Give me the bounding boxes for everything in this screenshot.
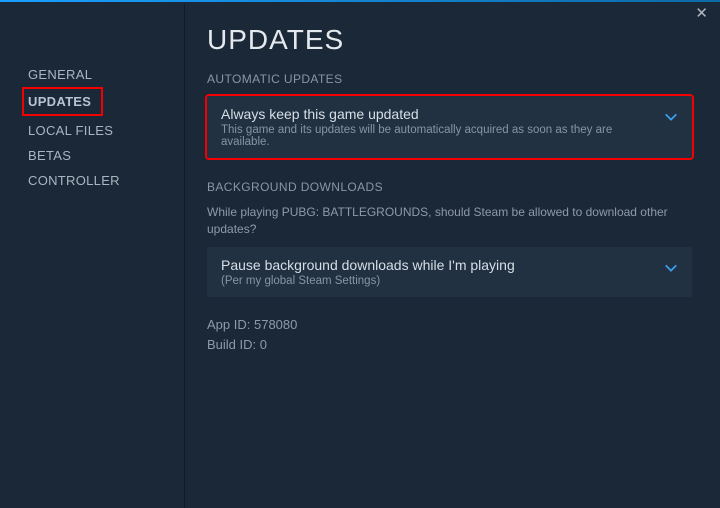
sidebar-item-general[interactable]: GENERAL (24, 62, 184, 87)
sidebar-item-updates[interactable]: UPDATES (24, 89, 101, 114)
page-title: UPDATES (207, 24, 692, 56)
sidebar-item-betas[interactable]: BETAS (24, 143, 184, 168)
app-info: App ID: 578080 Build ID: 0 (207, 315, 692, 355)
layout: GENERAL UPDATES LOCAL FILES BETAS CONTRO… (0, 0, 720, 508)
automatic-update-description: This game and its updates will be automa… (221, 124, 656, 148)
sidebar-item-local-files[interactable]: LOCAL FILES (24, 118, 184, 143)
background-download-selected: Pause background downloads while I'm pla… (221, 257, 656, 273)
app-id-label: App ID: (207, 317, 250, 332)
window-top-accent (0, 0, 720, 2)
build-id-value: 0 (260, 337, 267, 352)
background-download-dropdown[interactable]: Pause background downloads while I'm pla… (207, 247, 692, 297)
sidebar: GENERAL UPDATES LOCAL FILES BETAS CONTRO… (0, 4, 185, 508)
background-downloads-heading: BACKGROUND DOWNLOADS (207, 180, 692, 194)
chevron-down-icon (664, 261, 678, 280)
automatic-update-dropdown[interactable]: Always keep this game updated This game … (207, 96, 692, 158)
build-id-label: Build ID: (207, 337, 256, 352)
close-icon: ✕ (695, 5, 708, 22)
sidebar-item-controller[interactable]: CONTROLLER (24, 168, 184, 193)
app-id-value: 578080 (254, 317, 297, 332)
automatic-updates-heading: AUTOMATIC UPDATES (207, 72, 692, 86)
close-button[interactable]: ✕ (695, 6, 708, 21)
main-content: UPDATES AUTOMATIC UPDATES Always keep th… (185, 4, 720, 508)
background-downloads-question: While playing PUBG: BATTLEGROUNDS, shoul… (207, 204, 677, 239)
background-download-sub: (Per my global Steam Settings) (221, 275, 656, 287)
chevron-down-icon (664, 110, 678, 129)
automatic-update-selected: Always keep this game updated (221, 106, 656, 122)
game-title-placeholder (24, 18, 164, 40)
